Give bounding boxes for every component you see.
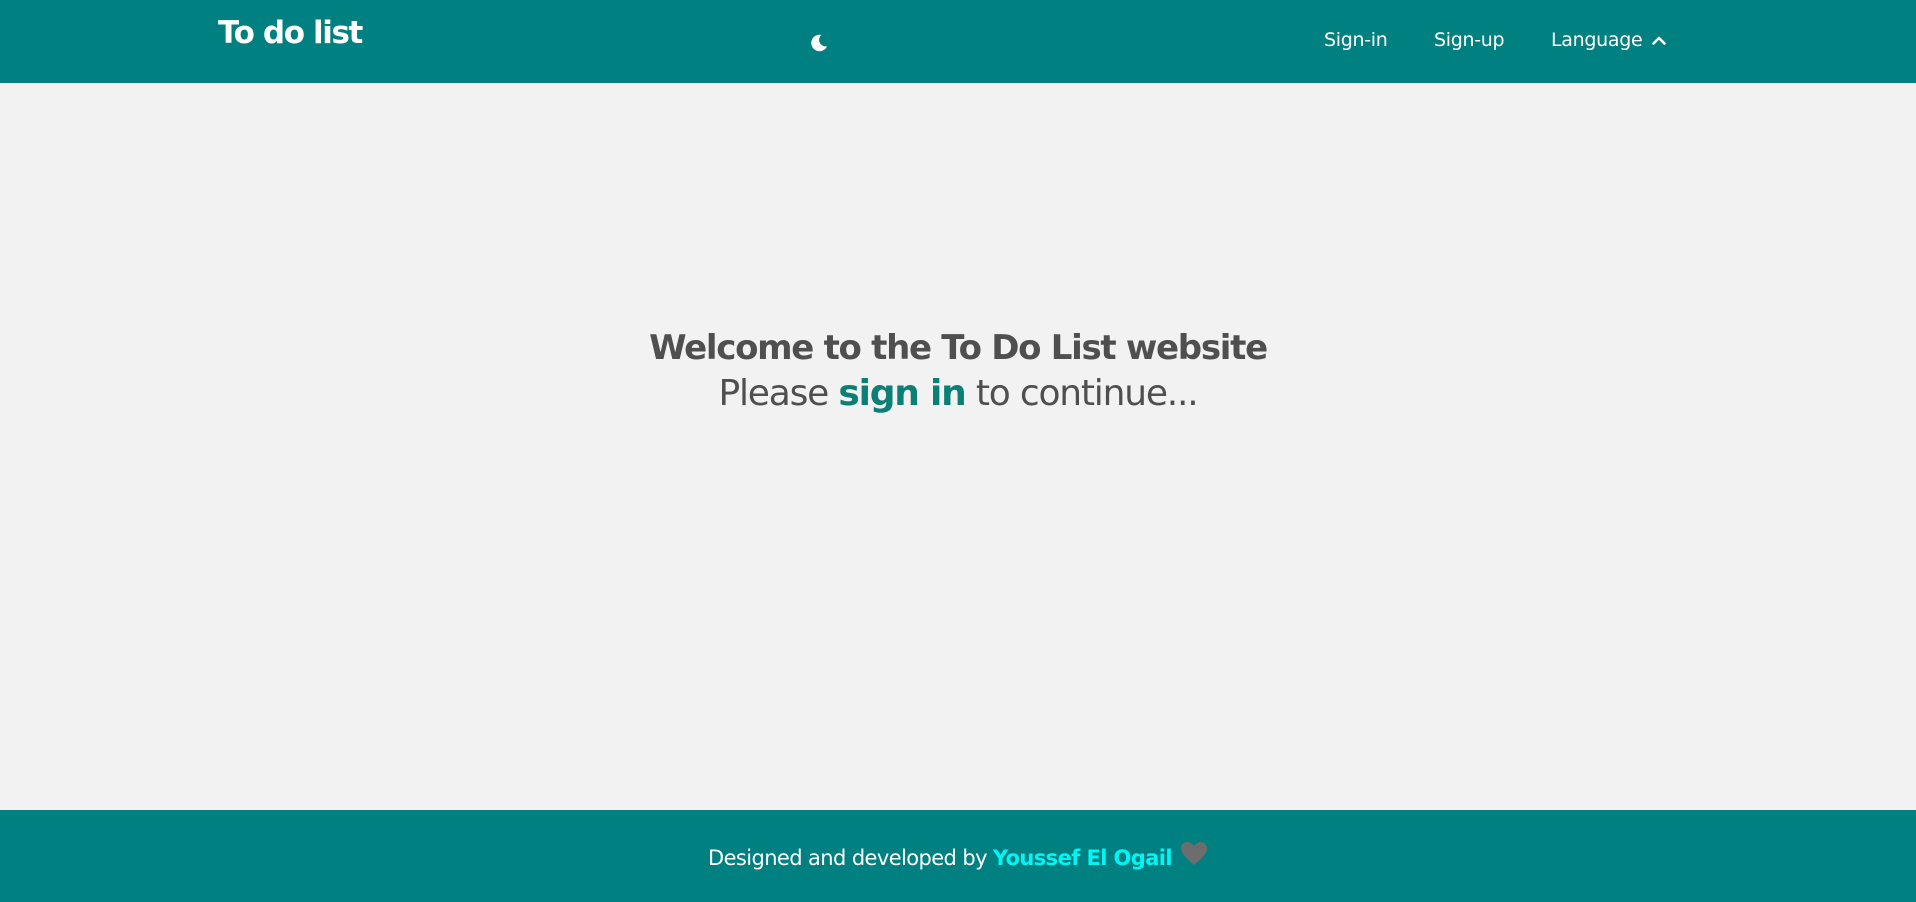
signin-prompt: Please sign in to continue... [0,376,1916,412]
brand-logo[interactable]: To do list [218,18,363,49]
prompt-text-before: Please [718,373,839,414]
language-dropdown[interactable]: Language [1551,31,1668,50]
author-link[interactable]: Youssef El Ogail [993,847,1173,869]
signin-link[interactable]: sign in [838,373,966,414]
nav-signup-link[interactable]: Sign-up [1434,31,1505,50]
heart-icon [1180,841,1208,867]
theme-toggle-button[interactable] [806,30,832,56]
main-content [0,83,1916,810]
navbar: To do list Sign-in Sign-up Language [0,0,1916,83]
chevron-up-icon [1650,32,1668,50]
moon-icon [811,34,828,52]
language-label: Language [1551,29,1643,51]
footer-credit: Designed and developed by Youssef El Oga… [0,842,1916,871]
welcome-heading: Welcome to the To Do List website [649,327,1268,368]
nav-signin-link[interactable]: Sign-in [1324,31,1388,50]
prompt-text-after: to continue... [965,373,1199,414]
footer-text: Designed and developed by [708,845,988,870]
